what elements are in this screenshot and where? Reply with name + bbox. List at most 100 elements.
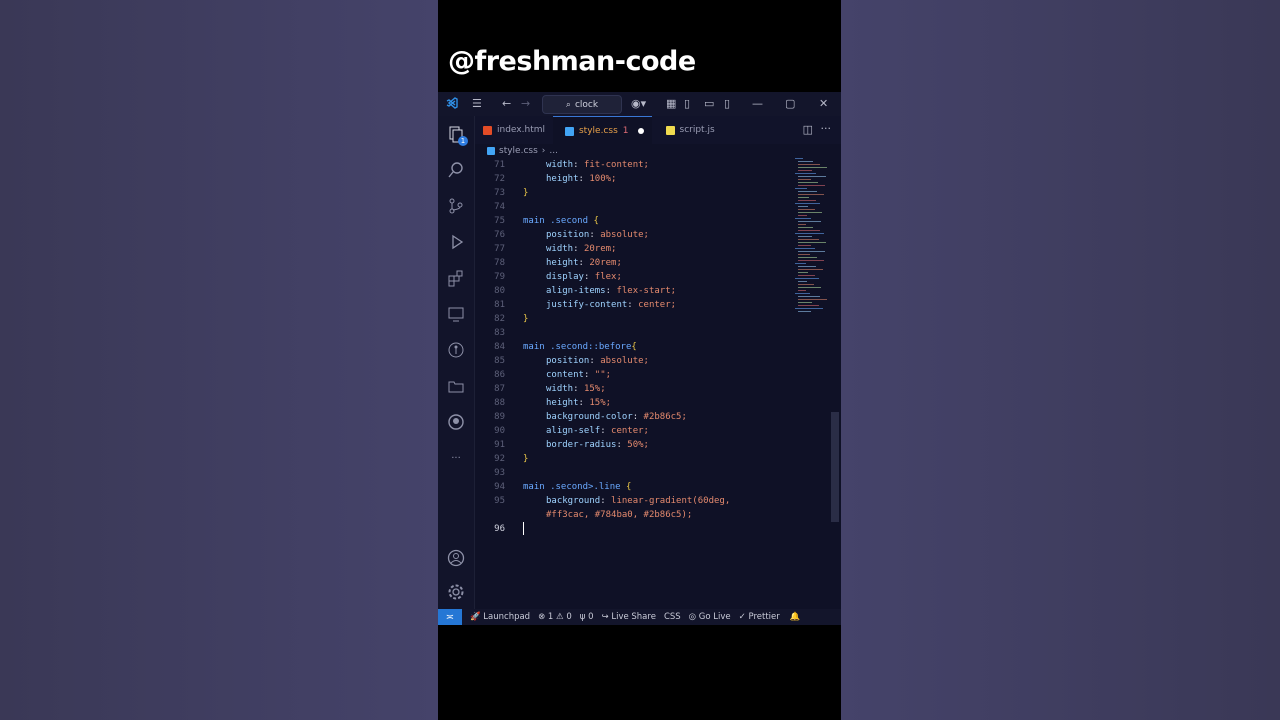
minimap-line: [798, 299, 827, 300]
code-line[interactable]: 79 display: flex;: [475, 270, 795, 284]
tab-script-js[interactable]: script.js: [652, 116, 723, 144]
minimap[interactable]: [795, 158, 831, 328]
forward-arrow-icon[interactable]: →: [521, 97, 530, 110]
tab-index-html[interactable]: index.html: [475, 116, 553, 144]
account-icon[interactable]: [446, 548, 466, 568]
line-number: 88: [494, 398, 505, 408]
code-line[interactable]: 91 border-radius: 50%;: [475, 438, 795, 452]
line-number: 78: [494, 258, 505, 268]
code-line[interactable]: 93: [475, 466, 795, 480]
code-line[interactable]: 86 content: "";: [475, 368, 795, 382]
code-line[interactable]: 73}: [475, 186, 795, 200]
minimap-line: [798, 224, 806, 225]
minimap-line: [798, 206, 808, 207]
explorer-icon[interactable]: 1: [446, 124, 468, 146]
code-line[interactable]: 83: [475, 326, 795, 340]
go-live-item[interactable]: ◎ Go Live: [689, 612, 731, 622]
back-arrow-icon[interactable]: ←: [502, 97, 511, 110]
close-icon[interactable]: ✕: [819, 97, 828, 110]
settings-gear-icon[interactable]: [446, 582, 466, 602]
git-graph-icon[interactable]: [446, 340, 466, 360]
html-file-icon: [483, 125, 492, 135]
code-line[interactable]: 96: [475, 522, 795, 536]
split-editor-icon[interactable]: ◫: [803, 123, 813, 136]
github-icon[interactable]: [446, 412, 466, 432]
minimap-line: [798, 236, 812, 237]
menu-icon[interactable]: ☰: [472, 97, 482, 110]
minimap-line: [798, 185, 825, 186]
notifications-bell-icon[interactable]: 🔔: [790, 612, 801, 622]
code-line[interactable]: 75 main .second {: [475, 214, 795, 228]
remote-indicator-icon[interactable]: ≍: [438, 609, 462, 625]
code-line[interactable]: 77 width: 20rem;: [475, 242, 795, 256]
code-line[interactable]: 76 position: absolute;: [475, 228, 795, 242]
toggle-secondary-sidebar-icon[interactable]: ▯: [724, 97, 730, 110]
search-text: clock: [574, 99, 599, 110]
project-manager-icon[interactable]: [446, 376, 466, 396]
vertical-scrollbar[interactable]: [831, 412, 839, 522]
language-mode[interactable]: CSS: [664, 612, 681, 622]
code-line[interactable]: 72 height: 100%;: [475, 172, 795, 186]
toggle-panel-icon[interactable]: ▭: [704, 97, 714, 110]
code-line[interactable]: 81 justify-content: center;: [475, 298, 795, 312]
code-line[interactable]: 92}: [475, 452, 795, 466]
code-line[interactable]: 90 align-self: center;: [475, 424, 795, 438]
code-line[interactable]: 87 width: 15%;: [475, 382, 795, 396]
tab-label: script.js: [679, 125, 715, 135]
layout-customize-icon[interactable]: ▦: [666, 97, 676, 110]
more-actions-icon[interactable]: ···: [821, 122, 832, 135]
code-line[interactable]: 95 background: linear-gradient(60deg,: [475, 494, 795, 508]
source-control-icon[interactable]: [446, 196, 466, 216]
code-line[interactable]: 88 height: 15%;: [475, 396, 795, 410]
unsaved-dot-icon[interactable]: [637, 128, 644, 134]
ports-item[interactable]: ψ 0: [580, 612, 594, 622]
explorer-badge: 1: [458, 136, 468, 146]
minimap-line: [798, 254, 810, 255]
minimap-line: [798, 215, 807, 216]
code-editor[interactable]: 71 width: fit-content; 72 height: 100%; 73} 7…: [475, 158, 795, 609]
vscode-logo-icon: [446, 97, 458, 112]
minimap-line: [798, 161, 813, 162]
code-text: position: absolute;: [546, 356, 649, 366]
code-line[interactable]: 74: [475, 200, 795, 214]
code-line[interactable]: 84 main .second::before{: [475, 340, 795, 354]
breadcrumb-file[interactable]: style.css: [499, 146, 538, 156]
code-line[interactable]: 80 align-items: flex-start;: [475, 284, 795, 298]
line-number: 90: [494, 426, 505, 436]
code-line[interactable]: 85 position: absolute;: [475, 354, 795, 368]
search-icon[interactable]: [446, 160, 466, 180]
video-frame: @freshman-code ☰ ← → ⌕ clock ◉▾ ▦ ▯ ▭ ▯ …: [438, 0, 841, 720]
command-center-search[interactable]: ⌕ clock: [542, 95, 622, 114]
code-line[interactable]: #ff3cac, #784ba0, #2b86c5);: [475, 508, 795, 522]
launchpad-item[interactable]: 🚀 Launchpad: [470, 612, 530, 622]
maximize-icon[interactable]: ▢: [785, 97, 795, 110]
live-share-label: Live Share: [611, 612, 656, 622]
line-number: 92: [494, 454, 505, 464]
tab-label: index.html: [497, 125, 545, 135]
problems-item[interactable]: ⊗ 1 ⚠ 0: [538, 612, 572, 622]
minimap-line: [795, 203, 820, 204]
minimap-line: [798, 284, 814, 285]
code-line[interactable]: 82}: [475, 312, 795, 326]
minimap-line: [795, 158, 803, 159]
code-line[interactable]: 89 background-color: #2b86c5;: [475, 410, 795, 424]
breadcrumb-rest[interactable]: ...: [549, 146, 558, 156]
line-number: 79: [494, 272, 505, 282]
code-line[interactable]: 94 main .second>.line {: [475, 480, 795, 494]
line-number: 95: [494, 496, 505, 506]
minimize-icon[interactable]: —: [752, 97, 763, 110]
tab-style-css[interactable]: style.css 1: [552, 116, 652, 145]
more-icon[interactable]: ···: [446, 448, 466, 468]
run-debug-icon[interactable]: [446, 232, 466, 252]
remote-explorer-icon[interactable]: [446, 304, 466, 324]
line-number: 74: [494, 202, 505, 212]
live-share-item[interactable]: ↪ Live Share: [602, 612, 656, 622]
line-number: 87: [494, 384, 505, 394]
code-text: align-items: flex-start;: [546, 286, 677, 296]
extensions-icon[interactable]: [446, 268, 466, 288]
prettier-item[interactable]: ✓ Prettier: [739, 612, 780, 622]
code-line[interactable]: 71 width: fit-content;: [475, 158, 795, 172]
copilot-icon[interactable]: ◉▾: [631, 97, 646, 110]
toggle-primary-sidebar-icon[interactable]: ▯: [684, 97, 690, 110]
code-line[interactable]: 78 height: 20rem;: [475, 256, 795, 270]
